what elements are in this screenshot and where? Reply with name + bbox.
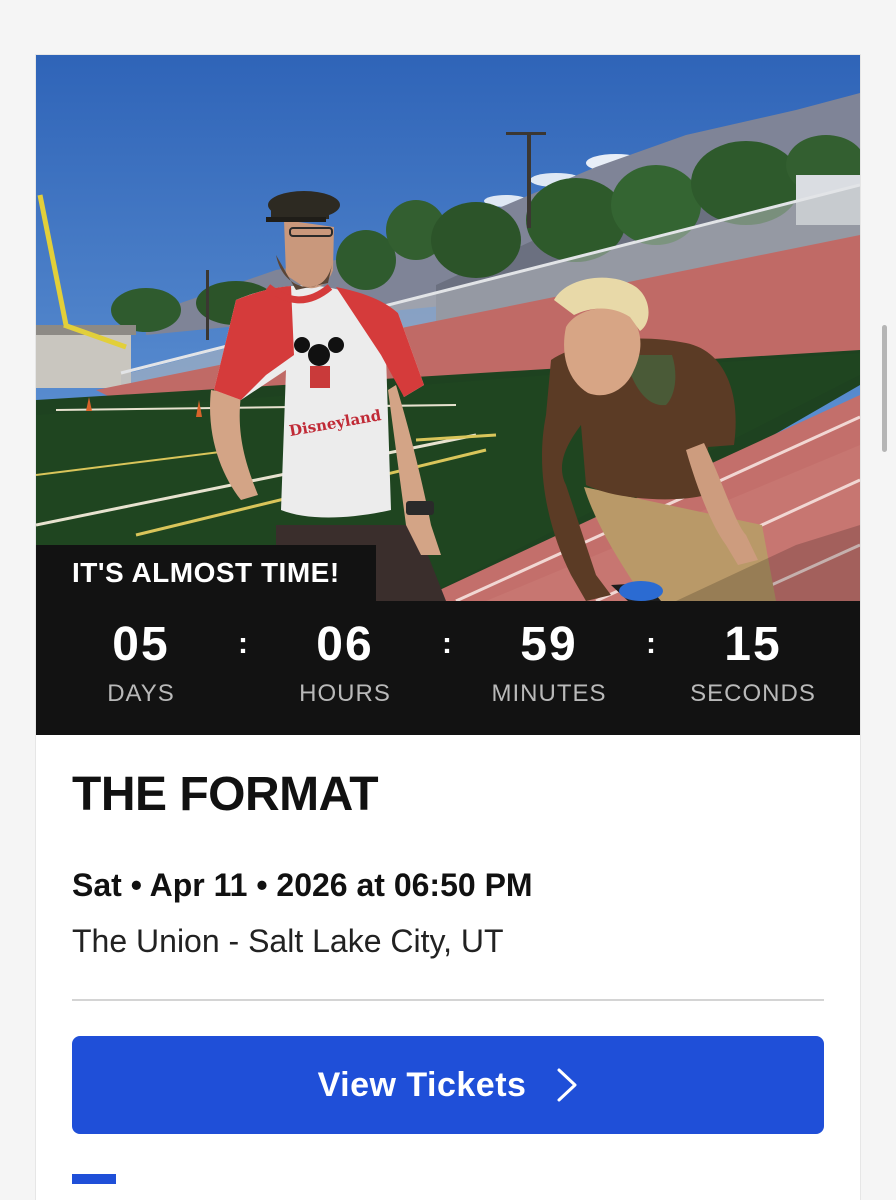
event-card: Disneyland IT'S ALMOST TIME! 05 DAYS: 0… [36, 55, 860, 1200]
countdown-separator: : [442, 627, 452, 660]
countdown-days-value: 05 [112, 618, 170, 671]
event-venue[interactable]: The Union - Salt Lake City, UT [72, 921, 824, 961]
scrollbar[interactable] [882, 325, 887, 452]
event-hero-image[interactable]: Disneyland IT'S ALMOST TIME! [36, 55, 860, 601]
countdown-hours-label: HOURS [299, 680, 391, 707]
countdown-minutes-label: MINUTES [491, 680, 607, 707]
countdown-hours-value: 06 [316, 618, 374, 671]
countdown-days-label: DAYS [107, 680, 175, 707]
countdown-separator: : [238, 627, 248, 660]
event-info: THE FORMAT Sat • Apr 11 • 2026 at 06:50 … [36, 735, 860, 1184]
countdown-minutes: 59 MINUTES [459, 615, 639, 711]
partial-element [72, 1174, 116, 1184]
view-tickets-label: View Tickets [317, 1065, 527, 1104]
event-datetime: Sat • Apr 11 • 2026 at 06:50 PM [72, 867, 533, 903]
countdown-seconds-label: SECONDS [690, 680, 816, 707]
countdown-timer: 05 DAYS : 06 HOURS : 59 MINUTES : 15 SEC… [36, 601, 860, 735]
countdown-hours: 06 HOURS [255, 615, 435, 711]
countdown-days: 05 DAYS [51, 615, 231, 711]
countdown-separator: : [646, 627, 656, 660]
divider [72, 999, 824, 1001]
countdown-seconds-value: 15 [724, 618, 782, 671]
countdown-minutes-value: 59 [520, 618, 578, 671]
chevron-right-icon [556, 1067, 578, 1103]
countdown-seconds: 15 SECONDS [663, 615, 843, 711]
view-tickets-button[interactable]: View Tickets [72, 1036, 824, 1134]
countdown-tagline: IT'S ALMOST TIME! [36, 545, 376, 601]
event-title: THE FORMAT [72, 768, 379, 821]
